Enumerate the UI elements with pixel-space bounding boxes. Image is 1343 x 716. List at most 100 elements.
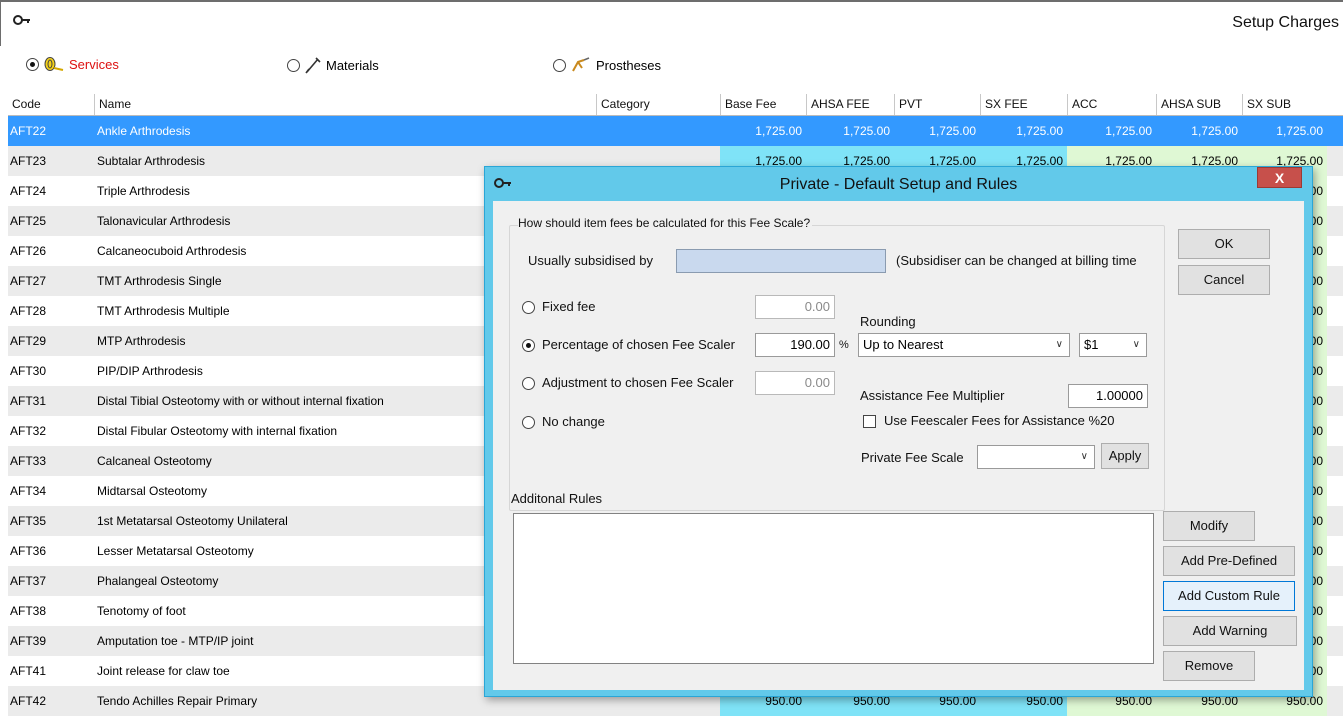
rounding-unit-select[interactable]: $1 ∨	[1079, 333, 1147, 357]
adjustment-label: Adjustment to chosen Fee Scaler	[542, 375, 734, 390]
rules-label: Additonal Rules	[511, 491, 603, 506]
materials-label: Materials	[326, 57, 379, 73]
cell-code: AFT35	[10, 514, 47, 528]
group-caption: How should item fees be calculated for t…	[518, 216, 813, 230]
add-custom-rule-button[interactable]: Add Custom Rule	[1163, 581, 1295, 611]
assistance-label: Assistance Fee Multiplier	[860, 388, 1005, 403]
add-predefined-button[interactable]: Add Pre-Defined	[1163, 546, 1295, 576]
dialog-titlebar[interactable]: Private - Default Setup and Rules X	[485, 167, 1312, 201]
key-icon	[13, 15, 30, 25]
chevron-down-icon: ∨	[1055, 339, 1063, 350]
cell-code: AFT29	[10, 334, 47, 348]
services-icon	[44, 57, 64, 71]
cell-sx-sub: 1,725.00	[1276, 124, 1323, 138]
col-code[interactable]: Code	[8, 94, 94, 115]
fixed-fee-label: Fixed fee	[542, 299, 596, 314]
rounding-label: Rounding	[860, 314, 916, 329]
cell-sx-fee: 1,725.00	[1016, 124, 1063, 138]
cell-pvt: 1,725.00	[929, 124, 976, 138]
col-category[interactable]: Category	[596, 94, 720, 115]
col-ahsa-fee[interactable]: AHSA FEE	[806, 94, 894, 115]
cell-acc: 1,725.00	[1105, 124, 1152, 138]
private-setup-dialog: Private - Default Setup and Rules X How …	[484, 166, 1313, 697]
cell-ahsa-sub: 1,725.00	[1191, 124, 1238, 138]
assistance-input[interactable]: 1.00000	[1068, 384, 1148, 408]
cell-code: AFT33	[10, 454, 47, 468]
mode-materials[interactable]: Materials	[287, 56, 379, 74]
main-titlebar: Setup Charges	[0, 0, 1343, 46]
fixed-fee-input[interactable]: 0.00	[755, 295, 835, 319]
cell-code: AFT42	[10, 694, 47, 708]
percentage-radio[interactable]	[522, 339, 535, 352]
materials-radio[interactable]	[287, 58, 300, 72]
percent-unit: %	[839, 339, 849, 351]
subsidiser-note: (Subsidiser can be changed at billing ti…	[896, 253, 1137, 268]
cell-code: AFT34	[10, 484, 47, 498]
cell-code: AFT36	[10, 544, 47, 558]
col-sx-fee[interactable]: SX FEE	[980, 94, 1067, 115]
no-change-radio[interactable]	[522, 416, 535, 429]
feescaler-checkbox-label: Use Feescaler Fees for Assistance %20	[884, 413, 1115, 428]
col-sx-sub[interactable]: SX SUB	[1242, 94, 1332, 115]
modify-button[interactable]: Modify	[1163, 511, 1255, 541]
services-label: Services	[69, 56, 119, 72]
no-change-label: No change	[542, 414, 605, 429]
cell-code: AFT22	[10, 124, 47, 138]
cell-code: AFT38	[10, 604, 47, 618]
private-fee-scale-select[interactable]: ∨	[977, 445, 1095, 469]
col-acc[interactable]: ACC	[1067, 94, 1156, 115]
cell-base-fee: 1,725.00	[755, 124, 802, 138]
col-ahsa-sub[interactable]: AHSA SUB	[1156, 94, 1242, 115]
subsidised-label: Usually subsidised by	[528, 253, 654, 268]
dialog-body: How should item fees be calculated for t…	[493, 201, 1304, 690]
cell-code: AFT25	[10, 214, 47, 228]
col-pvt[interactable]: PVT	[894, 94, 980, 115]
apply-button[interactable]: Apply	[1101, 443, 1149, 469]
private-fee-scale-label: Private Fee Scale	[861, 450, 964, 465]
col-name[interactable]: Name	[94, 94, 596, 115]
prostheses-radio[interactable]	[553, 58, 566, 72]
cell-code: AFT28	[10, 304, 47, 318]
rounding-unit-value: $1	[1084, 337, 1099, 352]
cell-code: AFT39	[10, 634, 47, 648]
cell-code: AFT37	[10, 574, 47, 588]
cell-name: Ankle Arthrodesis	[97, 124, 191, 138]
mode-services[interactable]: Services	[26, 56, 119, 72]
subsidiser-field[interactable]	[676, 249, 886, 273]
remove-button[interactable]: Remove	[1163, 651, 1255, 681]
cell-code: AFT27	[10, 274, 47, 288]
add-warning-button[interactable]: Add Warning	[1163, 616, 1297, 646]
adjustment-input[interactable]: 0.00	[755, 371, 835, 395]
services-radio[interactable]	[26, 57, 39, 71]
chevron-down-icon: ∨	[1132, 339, 1140, 350]
rounding-value: Up to Nearest	[863, 337, 944, 352]
prostheses-label: Prostheses	[596, 57, 662, 73]
chevron-down-icon: ∨	[1080, 451, 1088, 462]
ok-button[interactable]: OK	[1178, 229, 1270, 259]
grid-header: Code Name Category Base Fee AHSA FEE PVT…	[8, 94, 1343, 116]
feescaler-checkbox[interactable]	[863, 415, 876, 428]
mode-selector: Services Materials Prostheses	[0, 52, 1343, 78]
cell-code: AFT41	[10, 664, 47, 678]
table-row[interactable]: AFT22 Ankle Arthrodesis 1,725.00 1,725.0…	[8, 116, 1343, 146]
cancel-button[interactable]: Cancel	[1178, 265, 1270, 295]
materials-icon	[305, 57, 321, 74]
cell-code: AFT24	[10, 184, 47, 198]
col-base-fee[interactable]: Base Fee	[720, 94, 806, 115]
cell-code: AFT32	[10, 424, 47, 438]
cell-code: AFT31	[10, 394, 47, 408]
window-title: Setup Charges	[1232, 14, 1339, 31]
percentage-label: Percentage of chosen Fee Scaler	[542, 337, 735, 352]
adjustment-radio[interactable]	[522, 377, 535, 390]
dialog-title: Private - Default Setup and Rules	[779, 176, 1018, 193]
cell-code: AFT23	[10, 154, 47, 168]
fixed-fee-radio[interactable]	[522, 301, 535, 314]
cell-code: AFT30	[10, 364, 47, 378]
percentage-input[interactable]: 190.00	[755, 333, 835, 357]
cell-code: AFT26	[10, 244, 47, 258]
prostheses-icon	[572, 57, 590, 72]
close-button[interactable]: X	[1257, 167, 1302, 188]
rules-list[interactable]	[513, 513, 1154, 664]
rounding-select[interactable]: Up to Nearest ∨	[858, 333, 1070, 357]
mode-prostheses[interactable]: Prostheses	[553, 56, 661, 74]
